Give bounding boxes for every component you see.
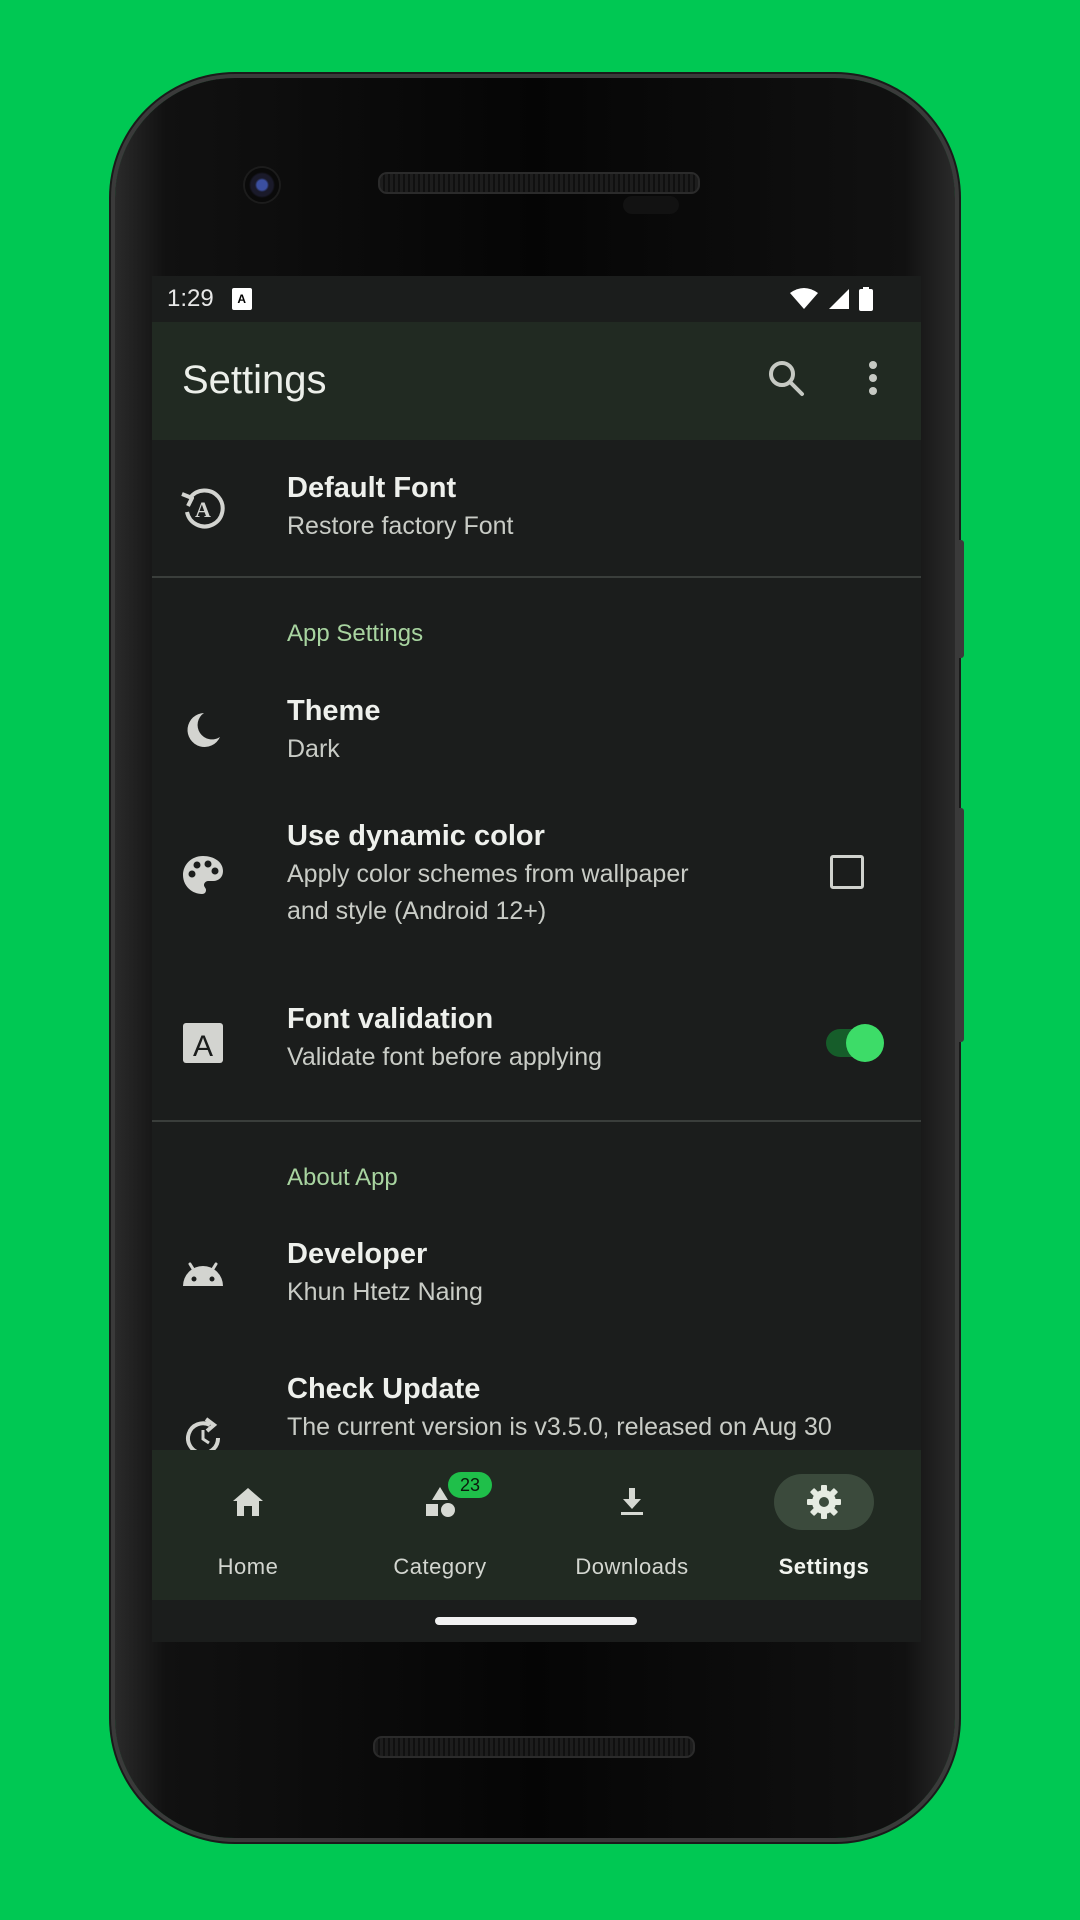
check-update-item[interactable]: Check Update The current version is v3.5… (152, 1345, 921, 1450)
signal-icon (829, 289, 849, 309)
dynamic-color-subtitle-line1: Apply color schemes from wallpaper (287, 860, 689, 888)
font-a-icon: A (183, 1023, 223, 1063)
divider (152, 576, 921, 578)
home-icon (233, 1488, 263, 1516)
default-font-item[interactable]: A Default Font Restore factory Font (152, 440, 921, 575)
section-header-app-settings: App Settings (287, 620, 424, 647)
nav-settings-label: Settings (778, 1554, 870, 1579)
dynamic-color-checkbox[interactable] (830, 855, 864, 889)
palette-icon (183, 856, 223, 894)
dynamic-color-title: Use dynamic color (287, 820, 545, 852)
switch-thumb (846, 1024, 884, 1062)
dynamic-color-subtitle-line2: and style (Android 12+) (287, 897, 547, 925)
nav-downloads[interactable]: Downloads (536, 1450, 728, 1600)
divider (152, 1120, 921, 1122)
status-time: 1:29 (167, 285, 214, 312)
font-validation-subtitle: Validate font before applying (287, 1043, 603, 1071)
check-update-title: Check Update (287, 1373, 481, 1405)
developer-title: Developer (287, 1238, 428, 1270)
bottom-speaker (373, 1736, 695, 1758)
nav-settings-indicator (774, 1474, 874, 1530)
bottom-navigation: Home 23 Category Downloads Settings (152, 1450, 921, 1600)
nav-home-label: Home (217, 1554, 279, 1579)
nav-downloads-indicator (582, 1474, 682, 1530)
theme-subtitle: Dark (287, 735, 340, 763)
page-title: Settings (182, 358, 327, 402)
more-vert-icon[interactable] (858, 356, 888, 400)
power-button (956, 540, 964, 658)
volume-button (956, 808, 964, 1042)
notification-icon: A (231, 288, 252, 310)
status-bar: 1:29 A (152, 276, 921, 322)
android-icon (183, 1262, 223, 1286)
developer-item[interactable]: Developer Khun Htetz Naing (152, 1208, 921, 1340)
default-font-subtitle: Restore factory Font (287, 512, 514, 540)
screen: 1:29 A Settings A Default Font Restore f… (152, 276, 921, 1642)
default-font-title: Default Font (287, 472, 457, 504)
nav-category-label: Category (393, 1554, 487, 1579)
update-icon (186, 1417, 221, 1450)
nav-home-indicator (198, 1474, 298, 1530)
theme-item[interactable]: Theme Dark (152, 665, 921, 793)
svg-text:A: A (193, 1030, 213, 1063)
theme-title: Theme (287, 695, 381, 727)
wifi-icon (790, 288, 818, 309)
nav-settings[interactable]: Settings (728, 1450, 920, 1600)
gesture-handle[interactable] (435, 1617, 637, 1625)
gesture-area (152, 1600, 921, 1642)
download-icon (621, 1488, 643, 1515)
nav-downloads-label: Downloads (575, 1554, 689, 1579)
top-app-bar: Settings (152, 322, 921, 440)
nav-home[interactable]: Home (152, 1450, 344, 1600)
settings-list: A Default Font Restore factory Font App … (152, 440, 921, 1450)
category-badge: 23 (448, 1472, 492, 1498)
moon-icon (187, 713, 220, 747)
font-validation-title: Font validation (287, 1003, 494, 1035)
svg-text:A: A (195, 497, 211, 522)
search-icon[interactable] (764, 356, 808, 400)
section-header-about-app: About App (287, 1164, 398, 1191)
check-update-subtitle: The current version is v3.5.0, released … (287, 1413, 832, 1441)
proximity-sensor (623, 196, 679, 214)
font-validation-switch[interactable] (826, 1024, 884, 1062)
top-speaker (378, 172, 700, 194)
restore-font-icon: A (181, 488, 225, 529)
nav-category[interactable]: 23 Category (344, 1450, 536, 1600)
gear-icon (807, 1485, 841, 1519)
developer-subtitle: Khun Htetz Naing (287, 1278, 483, 1306)
front-camera (245, 168, 279, 202)
battery-icon (859, 287, 873, 311)
dynamic-color-item[interactable]: Use dynamic color Apply color schemes fr… (152, 800, 921, 960)
font-validation-item[interactable]: A Font validation Validate font before a… (152, 975, 921, 1110)
